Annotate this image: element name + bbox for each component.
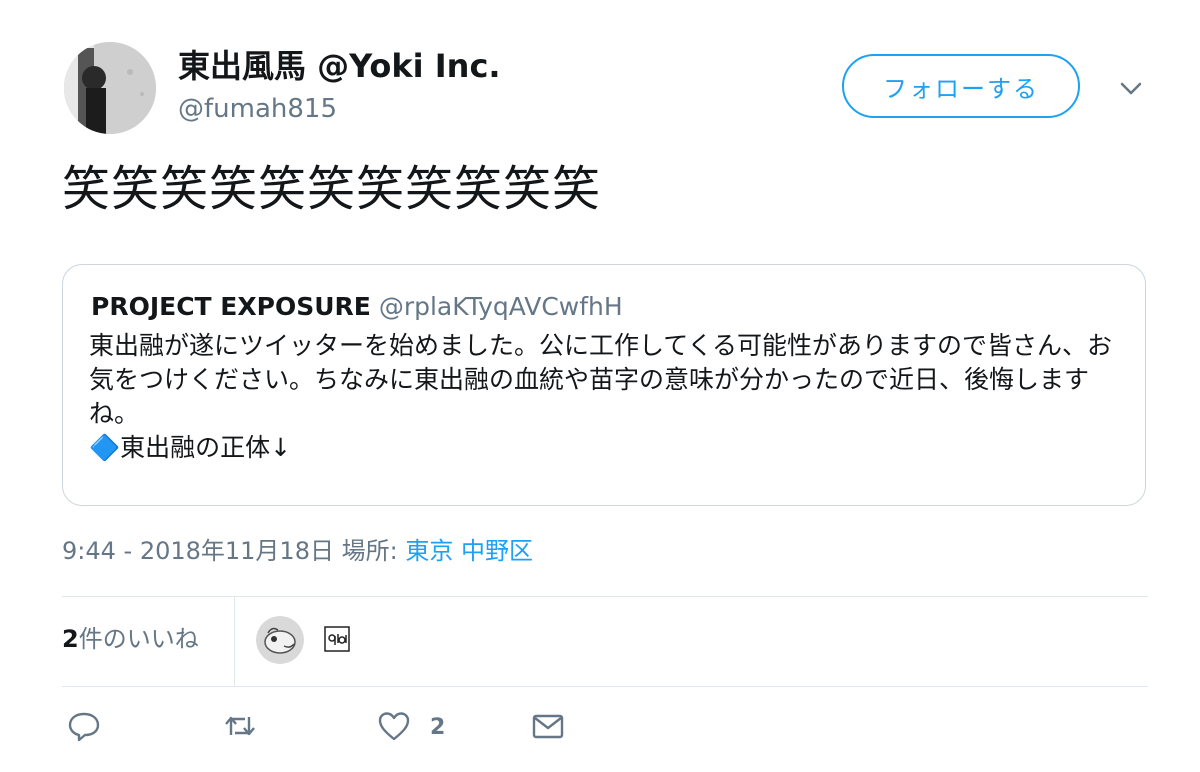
- likes-count: 2: [62, 625, 79, 653]
- divider: [62, 686, 1148, 687]
- author-avatar[interactable]: [64, 42, 156, 134]
- likes-label: 件のいいね: [78, 625, 199, 653]
- retweet-icon[interactable]: [222, 708, 258, 744]
- author-handle[interactable]: @fumah815: [178, 92, 337, 126]
- quoted-tweet-body: 東出融が遂にツイッターを始めました。公に工作してくる可能性がありますので皆さん、…: [89, 331, 1113, 462]
- divider: [62, 596, 1148, 597]
- tweet-location[interactable]: 東京 中野区: [405, 537, 533, 565]
- likes-summary[interactable]: 2件のいいね: [62, 622, 199, 656]
- liker-avatar[interactable]: [324, 626, 350, 652]
- tweet-text: 笑笑笑笑笑笑笑笑笑笑笑: [62, 161, 602, 217]
- divider: [234, 596, 235, 686]
- quoted-tweet-header: PROJECT EXPOSURE @rplaKTyqAVCwfhH: [91, 291, 623, 323]
- like-count: 2: [430, 715, 446, 740]
- tweet-timestamp[interactable]: 9:44 - 2018年11月18日: [62, 537, 334, 565]
- quoted-tweet[interactable]: PROJECT EXPOSURE @rplaKTyqAVCwfhH 東出融が遂に…: [62, 264, 1146, 506]
- heart-icon[interactable]: [376, 708, 412, 744]
- quoted-tweet-handle: @rplaKTyqAVCwfhH: [378, 292, 623, 321]
- author-display-name[interactable]: 東出風馬 @Yoki Inc.: [178, 46, 501, 86]
- envelope-icon[interactable]: [530, 708, 566, 744]
- chevron-down-icon[interactable]: [1118, 76, 1144, 100]
- reply-icon[interactable]: [66, 708, 102, 744]
- follow-button[interactable]: フォローする: [842, 54, 1080, 118]
- liker-avatar[interactable]: [256, 616, 304, 664]
- location-label: 場所:: [341, 537, 398, 565]
- tweet-meta: 9:44 - 2018年11月18日 場所: 東京 中野区: [62, 534, 533, 568]
- quoted-tweet-name: PROJECT EXPOSURE: [91, 292, 371, 321]
- follow-button-label: フォローする: [883, 74, 1039, 103]
